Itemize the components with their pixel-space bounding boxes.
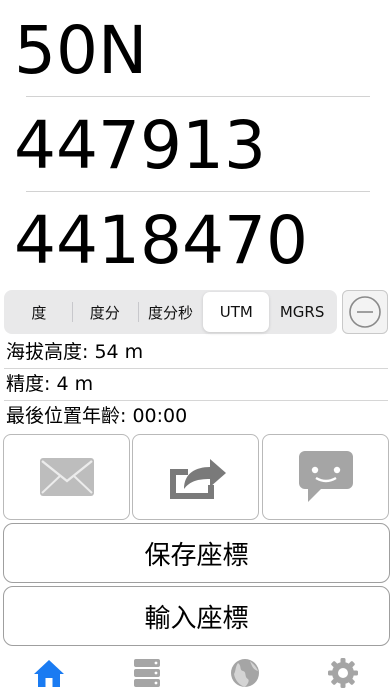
minus-circle-icon (349, 296, 381, 328)
divider (4, 400, 388, 401)
utm-northing: 4418470 (14, 202, 308, 279)
tab-list[interactable] (98, 650, 196, 696)
collapse-button[interactable] (342, 290, 388, 334)
format-option-utm[interactable]: UTM (203, 292, 270, 332)
save-coordinates-button[interactable]: 保存座標 (3, 523, 390, 583)
utm-easting: 447913 (14, 107, 266, 184)
format-option-mgrs[interactable]: MGRS (269, 292, 335, 332)
tab-map[interactable] (196, 650, 294, 696)
format-option-deg-min-sec[interactable]: 度分秒 (137, 292, 204, 332)
last-position-age-label: 最後位置年齡: 00:00 (6, 405, 188, 427)
home-icon (34, 660, 64, 687)
envelope-icon (39, 458, 94, 496)
input-coordinates-button[interactable]: 輸入座標 (3, 586, 390, 646)
chat-bubble-icon (298, 451, 353, 502)
share-icon (169, 459, 226, 499)
format-option-deg[interactable]: 度 (6, 292, 72, 332)
coordinate-format-selector: 度 度分 度分秒 UTM MGRS (4, 290, 337, 334)
message-button[interactable] (262, 434, 389, 520)
format-option-deg-min[interactable]: 度分 (71, 292, 138, 332)
divider (26, 191, 370, 192)
tab-settings[interactable] (294, 650, 392, 696)
tab-home[interactable] (0, 650, 98, 696)
email-button[interactable] (3, 434, 130, 520)
gear-icon (328, 658, 358, 688)
globe-icon (231, 659, 259, 687)
list-icon (134, 659, 160, 687)
altitude-label: 海拔高度: 54 m (6, 341, 144, 363)
utm-zone: 50N (14, 12, 148, 89)
divider (4, 368, 388, 369)
divider (26, 96, 370, 97)
share-button[interactable] (132, 434, 259, 520)
tab-bar (0, 650, 392, 696)
accuracy-label: 精度: 4 m (6, 373, 94, 395)
